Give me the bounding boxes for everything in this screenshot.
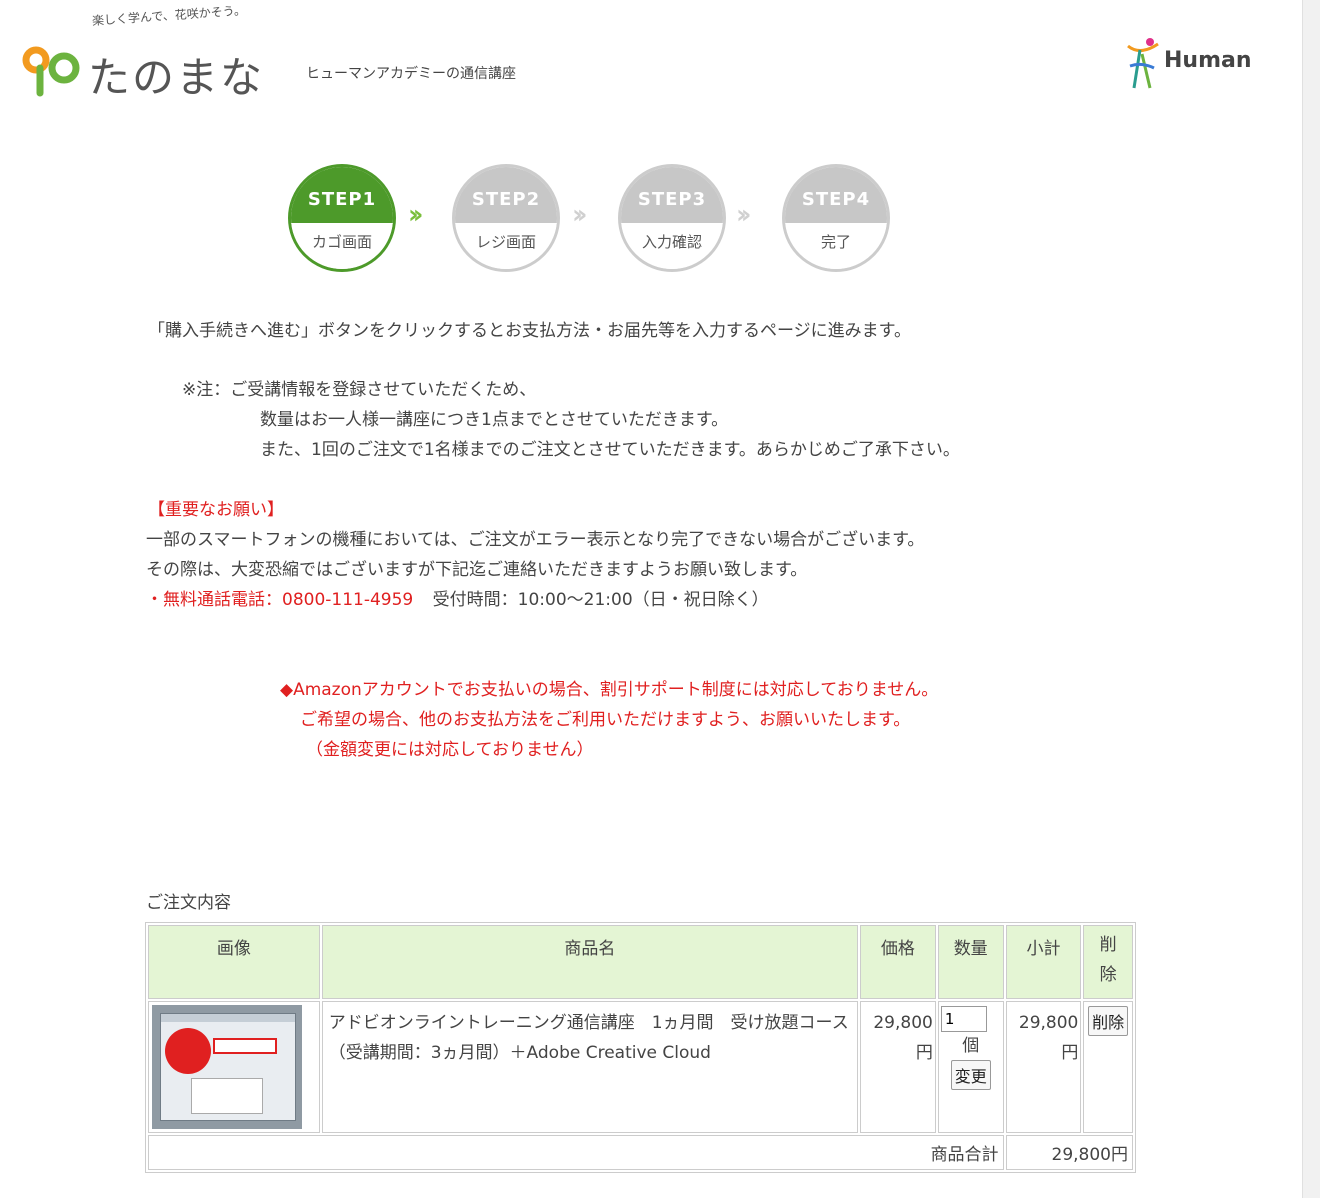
step-4: STEP4 完了	[782, 164, 890, 272]
item-qty-cell: 個 変更	[937, 1001, 1004, 1133]
product-thumbnail[interactable]	[152, 1005, 302, 1129]
item-subtotal-unit: 円	[1061, 1043, 1079, 1063]
col-header-subtotal: 小計	[1005, 925, 1082, 999]
important-line-2: その際は、大変恐縮ではございますが下記迄ご連絡いただきますようお願い致します。	[146, 560, 808, 580]
step-2-name: レジ画面	[455, 223, 557, 269]
item-delete-cell: 削除	[1083, 1001, 1133, 1133]
step-2-label: STEP2	[455, 167, 557, 223]
col-header-qty: 数量	[937, 925, 1004, 999]
important-heading: 【重要なお願い】	[148, 500, 284, 520]
scrollbar-track[interactable]	[1302, 0, 1320, 1198]
important-line-1: 一部のスマートフォンの機種においては、ご注文がエラー表示となり完了できない場合が…	[146, 530, 925, 550]
product-thumbnail-cell	[148, 1001, 320, 1133]
step-4-name: 完了	[785, 223, 887, 269]
order-section-title: ご注文内容	[146, 893, 231, 913]
contact-line: ・無料通話電話：0800-111-4959 受付時間：10:00〜21:00（日…	[146, 589, 769, 611]
total-value: 29,800円	[1005, 1135, 1133, 1170]
order-table-header: 画像 商品名 価格 数量 小計 削除	[148, 925, 1133, 999]
step-1: STEP1 カゴ画面	[288, 164, 396, 272]
step-arrow-icon: ››	[572, 200, 588, 230]
human-figure-icon	[1127, 38, 1159, 89]
step-arrow-icon: ››	[736, 200, 752, 230]
col-header-delete-label: 削除	[1099, 935, 1117, 985]
qty-unit: 個	[962, 1036, 980, 1056]
step-4-label: STEP4	[785, 167, 887, 223]
intro-text: 「購入手続きへ進む」ボタンをクリックするとお支払方法・お届先等を入力するページに…	[148, 321, 911, 341]
item-subtotal: 29,800 円	[1005, 1001, 1082, 1133]
logo-text: たのまな	[88, 53, 265, 102]
change-quantity-button[interactable]: 変更	[950, 1060, 991, 1090]
step-3-name: 入力確認	[621, 223, 723, 269]
table-row: アドビオンライントレーニング通信講座 1ヵ月間 受け放題コース（受講期間：3ヵ月…	[148, 1001, 1133, 1133]
col-header-image: 画像	[148, 925, 320, 999]
step-arrow-icon: ››	[408, 200, 424, 230]
total-row: 商品合計 29,800円	[148, 1135, 1133, 1170]
amazon-notice-line-1: ◆Amazonアカウントでお支払いの場合、割引サポート制度には対応しておりません…	[280, 680, 939, 700]
step-2: STEP2 レジ画面	[452, 164, 560, 272]
total-label: 商品合計	[148, 1135, 1004, 1170]
item-subtotal-value: 29,800	[1018, 1013, 1079, 1033]
logo-tagline: 楽しく学んで、花咲かそう。	[91, 3, 247, 28]
item-price-value: 29,800	[873, 1013, 933, 1033]
order-table: 画像 商品名 価格 数量 小計 削除 アドビオンライントレーニング通信講座 1ヵ…	[145, 922, 1136, 1173]
note-line-1: ※注：ご受講情報を登録させていただくため、	[182, 380, 537, 400]
step-3: STEP3 入力確認	[618, 164, 726, 272]
site-logo[interactable]: 楽しく学んで、花咲かそう。 たのまな ヒューマンアカデミーの通信講座	[18, 3, 578, 103]
product-name-link[interactable]: アドビオンライントレーニング通信講座 1ヵ月間 受け放題コース（受講期間：3ヵ月…	[321, 1001, 859, 1133]
human-logo-text: Human	[1164, 48, 1252, 73]
contact-hours: 受付時間：10:00〜21:00（日・祝日除く）	[432, 590, 769, 610]
step-1-name: カゴ画面	[291, 223, 393, 269]
checkout-steps: STEP1 カゴ画面 ›› STEP2 レジ画面 ›› STEP3 入力確認 ›…	[288, 164, 898, 274]
col-header-price: 価格	[860, 925, 936, 999]
step-3-label: STEP3	[621, 167, 723, 223]
item-price-unit: 円	[915, 1043, 933, 1063]
note-line-3: また、1回のご注文で1名様までのご注文とさせていただきます。あらかじめご了承下さ…	[260, 440, 960, 460]
human-logo[interactable]: Human	[1120, 36, 1280, 96]
col-header-product: 商品名	[321, 925, 859, 999]
quantity-input[interactable]	[940, 1006, 987, 1032]
logo-subtitle: ヒューマンアカデミーの通信講座	[306, 66, 516, 82]
step-1-label: STEP1	[291, 167, 393, 223]
item-price: 29,800 円	[860, 1001, 936, 1133]
amazon-notice-line-2: ご希望の場合、他のお支払方法をご利用いただけますよう、お願いいたします。	[300, 710, 911, 730]
col-header-delete: 削除	[1083, 925, 1133, 999]
delete-item-button[interactable]: 削除	[1088, 1006, 1129, 1036]
amazon-notice-line-3: （金額変更には対応しておりません）	[306, 740, 594, 760]
contact-phone: ・無料通話電話：0800-111-4959	[146, 590, 414, 610]
flower-logo-icon	[22, 46, 80, 97]
note-line-2: 数量はお一人様一講座につき1点までとさせていただきます。	[260, 410, 729, 430]
